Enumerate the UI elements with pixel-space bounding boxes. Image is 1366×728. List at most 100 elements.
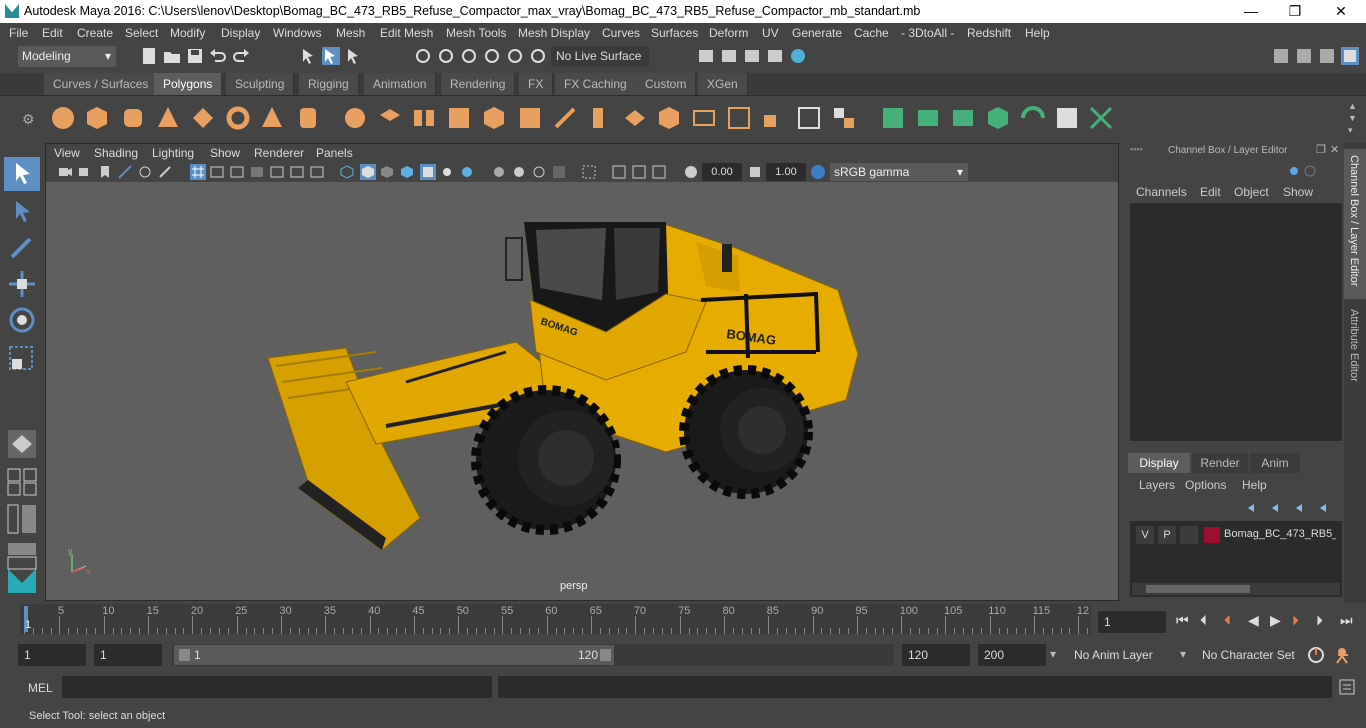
- gate-mask-icon[interactable]: [250, 165, 264, 179]
- snap-grid-icon[interactable]: [414, 47, 432, 65]
- play-backwards-icon[interactable]: ◀: [1248, 612, 1259, 629]
- bookmarks-icon[interactable]: [98, 165, 112, 179]
- viewport-menu-view[interactable]: View: [54, 146, 80, 160]
- character-set-chevron-icon[interactable]: ▾: [1180, 647, 1186, 661]
- layer-display-type-toggle[interactable]: [1180, 526, 1198, 544]
- current-frame-field[interactable]: 1: [1098, 611, 1166, 633]
- menu-redshift[interactable]: Redshift: [967, 26, 1011, 40]
- menu-uv[interactable]: UV: [762, 26, 779, 40]
- float-panel-icon[interactable]: ❐: [1316, 143, 1326, 156]
- isolate-select-icon[interactable]: [582, 165, 596, 179]
- channel-box-mode-icons[interactable]: [1288, 163, 1324, 179]
- menu-show[interactable]: Show: [1283, 185, 1313, 199]
- screen-space-ao-icon[interactable]: [492, 165, 506, 179]
- toggle-tool-settings-icon[interactable]: [1318, 47, 1336, 65]
- auto-key-icon[interactable]: [1306, 645, 1326, 665]
- menu-mesh-display[interactable]: Mesh Display: [518, 26, 590, 40]
- layer-row[interactable]: V P Bomag_BC_473_RB5_Refuse_Compactor: [1136, 526, 1336, 544]
- insert-edge-loop-icon[interactable]: [691, 105, 717, 131]
- script-editor-icon[interactable]: [1338, 678, 1356, 696]
- range-start-grip-icon[interactable]: [179, 649, 190, 661]
- menu-surfaces[interactable]: Surfaces: [651, 26, 698, 40]
- viewport-menu-show[interactable]: Show: [210, 146, 240, 160]
- separate-icon[interactable]: [377, 105, 403, 131]
- viewport-menu-panels[interactable]: Panels: [316, 146, 353, 160]
- poly-plane-icon[interactable]: [190, 105, 216, 131]
- maximize-button[interactable]: ❐: [1272, 1, 1318, 22]
- layer-playback-toggle[interactable]: P: [1158, 526, 1176, 544]
- menu-modify[interactable]: Modify: [170, 26, 205, 40]
- mode-selector[interactable]: Modeling ▾: [18, 46, 116, 67]
- grease-pencil-icon[interactable]: [158, 165, 172, 179]
- channel-list[interactable]: [1130, 203, 1342, 441]
- menu-mesh-tools[interactable]: Mesh Tools: [446, 26, 506, 40]
- menu-generate[interactable]: Generate: [792, 26, 842, 40]
- open-scene-icon[interactable]: [163, 47, 181, 65]
- wireframe-on-shaded-icon[interactable]: [400, 165, 414, 179]
- select-tool-icon[interactable]: [4, 157, 40, 191]
- shelf-tab-curves-surfaces[interactable]: Curves / Surfaces: [44, 73, 159, 95]
- render-current-frame-icon[interactable]: [720, 47, 738, 65]
- menu-edit[interactable]: Edit: [42, 26, 63, 40]
- tab-display[interactable]: Display: [1128, 453, 1190, 473]
- render-view-icon[interactable]: [766, 47, 784, 65]
- range-end-grip-icon[interactable]: [600, 649, 611, 661]
- viewport-menu-shading[interactable]: Shading: [94, 146, 138, 160]
- range-slider-handle[interactable]: 1 120: [174, 645, 614, 665]
- step-back-key-icon[interactable]: ⏴: [1224, 612, 1231, 629]
- go-to-end-icon[interactable]: ⏭: [1340, 612, 1353, 629]
- smooth-icon[interactable]: [446, 105, 472, 131]
- playback-end-field[interactable]: 120: [902, 644, 970, 666]
- color-management-icon[interactable]: [810, 164, 826, 180]
- close-panel-icon[interactable]: ✕: [1330, 143, 1339, 156]
- resolution-gate-icon[interactable]: [230, 165, 244, 179]
- automatic-uv-icon[interactable]: [985, 105, 1011, 131]
- append-polygon-icon[interactable]: [761, 105, 787, 131]
- select-component-icon[interactable]: [345, 47, 363, 65]
- snap-view-plane-icon[interactable]: [483, 47, 501, 65]
- poly-pyramid-icon[interactable]: [259, 105, 285, 131]
- menu-options[interactable]: Options: [1185, 478, 1226, 492]
- uv-layout-icon[interactable]: [1088, 105, 1114, 131]
- default-material-icon[interactable]: [380, 165, 394, 179]
- tab-anim[interactable]: Anim: [1250, 453, 1300, 473]
- animation-preferences-icon[interactable]: [1334, 645, 1356, 665]
- menu-cb-edit[interactable]: Edit: [1200, 185, 1221, 199]
- tab-render[interactable]: Render: [1192, 453, 1248, 473]
- select-hierarchy-icon[interactable]: [300, 47, 318, 65]
- multi-cut-icon[interactable]: [552, 105, 578, 131]
- timeline-ruler[interactable]: 5 10 15 20 25 30 35 40 45 50 55 60 65 70 75 80 85 90 95 100…: [20, 604, 1091, 634]
- field-chart-icon[interactable]: [270, 165, 284, 179]
- poly-cylinder-icon[interactable]: [120, 105, 146, 131]
- four-view-layout-icon[interactable]: [4, 467, 40, 501]
- make-live-icon[interactable]: [529, 47, 547, 65]
- spherical-uv-icon[interactable]: [950, 105, 976, 131]
- shelf-settings-gear-icon[interactable]: ⚙: [22, 111, 35, 128]
- single-perspective-view-icon[interactable]: [4, 427, 40, 461]
- command-language-label[interactable]: MEL: [28, 681, 53, 695]
- side-tab-channel-box[interactable]: Channel Box / Layer Editor: [1344, 149, 1366, 299]
- shelf-tab-custom[interactable]: Custom: [636, 73, 697, 95]
- redo-icon[interactable]: [232, 47, 250, 65]
- layer-visibility-toggle[interactable]: V: [1136, 526, 1154, 544]
- cylindrical-uv-icon[interactable]: [915, 105, 941, 131]
- hypershade-icon[interactable]: [789, 47, 807, 65]
- shelf-tab-animation[interactable]: Animation: [364, 73, 437, 95]
- side-tab-attribute-editor[interactable]: Attribute Editor: [1344, 303, 1366, 399]
- select-object-icon[interactable]: [322, 47, 340, 65]
- snap-curve-icon[interactable]: [437, 47, 455, 65]
- character-set-selector[interactable]: No Character Set: [1196, 644, 1300, 666]
- safe-title-icon[interactable]: [310, 165, 324, 179]
- anti-aliasing-icon[interactable]: [532, 165, 546, 179]
- extrude-icon[interactable]: [587, 105, 613, 131]
- xray-icon[interactable]: [612, 165, 626, 179]
- grid-toggle-icon[interactable]: [190, 164, 206, 180]
- uv-unfold-icon[interactable]: [1020, 105, 1046, 131]
- command-input[interactable]: [62, 676, 492, 698]
- paint-select-tool-icon[interactable]: [4, 231, 40, 265]
- undo-icon[interactable]: [209, 47, 227, 65]
- exposure-field[interactable]: 0.00: [702, 163, 742, 181]
- poly-torus-icon[interactable]: [225, 105, 251, 131]
- drag-handle-icon[interactable]: ▪▪▪▪: [1130, 144, 1143, 154]
- layer-action-icons[interactable]: [1244, 501, 1338, 515]
